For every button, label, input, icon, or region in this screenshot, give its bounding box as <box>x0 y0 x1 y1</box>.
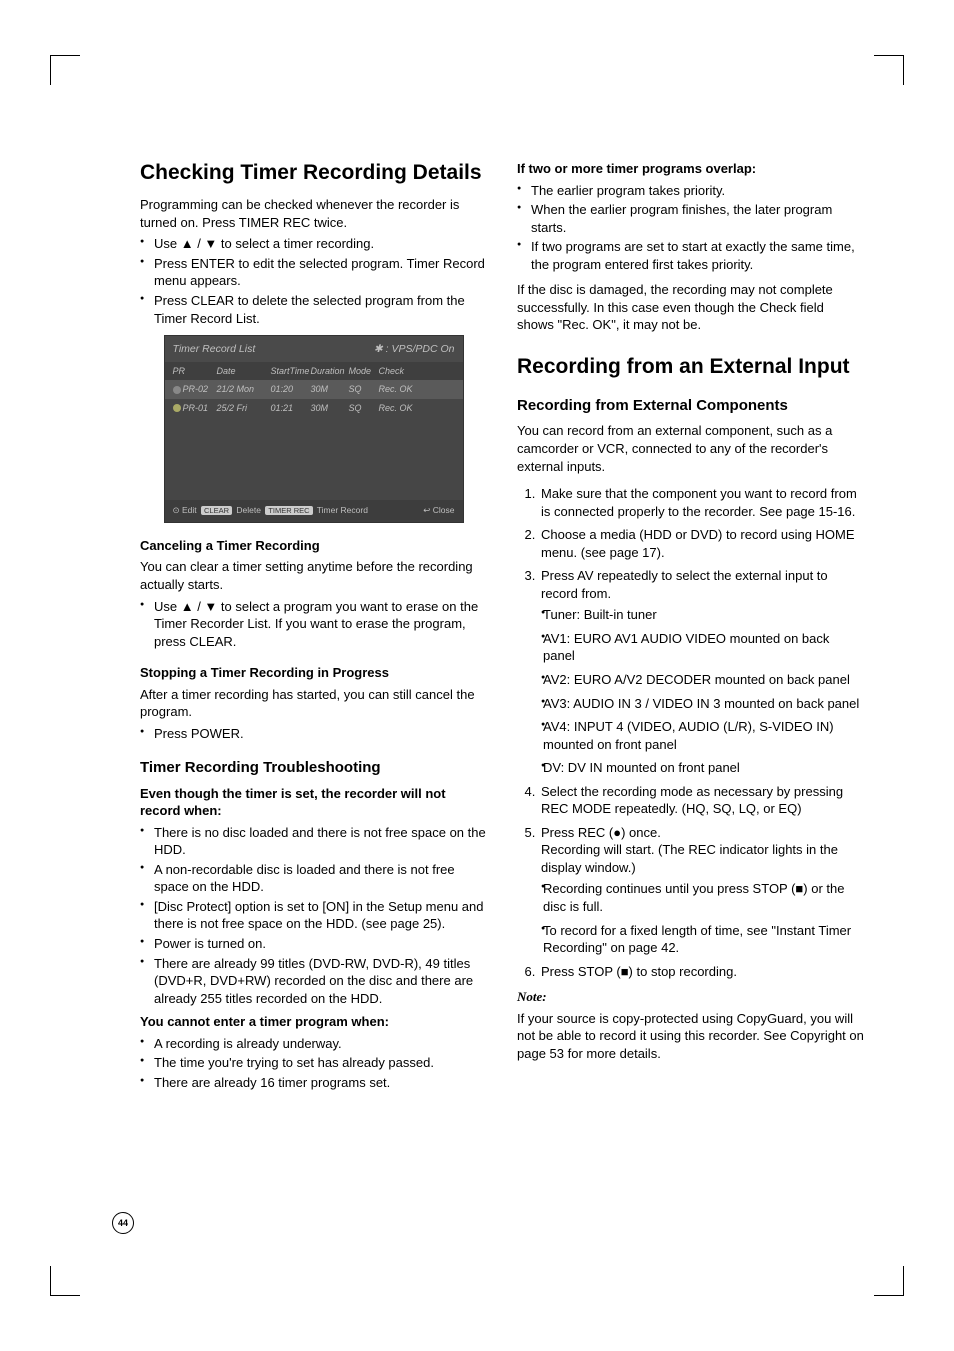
cell: 25/2 Fri <box>217 402 271 414</box>
list-item: AV3: AUDIO IN 3 / VIDEO IN 3 mounted on … <box>541 695 864 713</box>
list-item: Use ▲ / ▼ to select a timer recording. <box>140 235 487 253</box>
trl-footer-left: ⊙ Edit CLEAR Delete TIMER REC Timer Reco… <box>173 505 368 516</box>
intro-text: Programming can be checked whenever the … <box>140 196 487 231</box>
ts-even-bullets: There is no disc loaded and there is not… <box>140 824 487 1007</box>
col-check: Check <box>379 365 455 377</box>
list-item: Press CLEAR to delete the selected progr… <box>140 292 487 327</box>
list-item: The earlier program takes priority. <box>517 182 864 200</box>
trl-vps: ✱ : VPS/PDC On <box>374 342 455 356</box>
heading-recording-external: Recording from an External Input <box>517 354 864 380</box>
list-item: When the earlier program finishes, the l… <box>517 201 864 236</box>
crop-mark <box>874 1266 904 1296</box>
cell: PR-01 <box>173 402 217 414</box>
note-label: Note: <box>517 988 864 1006</box>
list-item: There are already 99 titles (DVD-RW, DVD… <box>140 955 487 1008</box>
cell: 01:20 <box>271 383 311 395</box>
trl-footer-right: ↩ Close <box>423 505 454 516</box>
heading-troubleshooting: Timer Recording Troubleshooting <box>140 758 487 778</box>
crop-mark <box>50 55 80 85</box>
step-3: Press AV repeatedly to select the extern… <box>539 567 864 776</box>
step-2: Choose a media (HDD or DVD) to record us… <box>539 526 864 561</box>
damage-text: If the disc is damaged, the recording ma… <box>517 281 864 334</box>
trl-body: PR-02 21/2 Mon 01:20 30M SQ Rec. OK PR-0… <box>165 380 463 500</box>
cancel-text: You can clear a timer setting anytime be… <box>140 558 487 593</box>
overlap-heading: If two or more timer programs overlap: <box>517 160 864 178</box>
list-item: Press POWER. <box>140 725 487 743</box>
cell: SQ <box>349 402 379 414</box>
external-intro: You can record from an external componen… <box>517 422 864 475</box>
list-item: A recording is already underway. <box>140 1035 487 1053</box>
col-start: StartTime <box>271 365 311 377</box>
cancel-bullets: Use ▲ / ▼ to select a program you want t… <box>140 598 487 651</box>
cell: 30M <box>311 402 349 414</box>
step-1: Make sure that the component you want to… <box>539 485 864 520</box>
note-text: If your source is copy-protected using C… <box>517 1010 864 1063</box>
cell: Rec. OK <box>379 402 455 414</box>
heading-external-components: Recording from External Components <box>517 396 864 416</box>
heading-checking-timer: Checking Timer Recording Details <box>140 160 487 186</box>
ts-cannot-bullets: A recording is already underway. The tim… <box>140 1035 487 1092</box>
list-item: Power is turned on. <box>140 935 487 953</box>
heading-stopping: Stopping a Timer Recording in Progress <box>140 664 487 682</box>
cell: PR-02 <box>173 383 217 395</box>
step-4: Select the recording mode as necessary b… <box>539 783 864 818</box>
list-item: There are already 16 timer programs set. <box>140 1074 487 1092</box>
step-3-sub: Tuner: Built-in tuner AV1: EURO AV1 AUDI… <box>541 606 864 776</box>
cell: 21/2 Mon <box>217 383 271 395</box>
list-item: DV: DV IN mounted on front panel <box>541 759 864 777</box>
left-column: Checking Timer Recording Details Program… <box>140 160 487 1097</box>
step-5: Press REC (●) once. Recording will start… <box>539 824 864 957</box>
list-item: Recording continues until you press STOP… <box>541 880 864 915</box>
col-pr: PR <box>173 365 217 377</box>
stop-bullets: Press POWER. <box>140 725 487 743</box>
step-6: Press STOP (■) to stop recording. <box>539 963 864 981</box>
cell: 30M <box>311 383 349 395</box>
list-item: If two programs are set to start at exac… <box>517 238 864 273</box>
step-5-sub: Recording continues until you press STOP… <box>541 880 864 956</box>
external-steps: Make sure that the component you want to… <box>517 485 864 980</box>
ts-even-heading: Even though the timer is set, the record… <box>140 785 487 820</box>
col-duration: Duration <box>311 365 349 377</box>
list-item: [Disc Protect] option is set to [ON] in … <box>140 898 487 933</box>
row-icon <box>173 386 181 394</box>
cell: 01:21 <box>271 402 311 414</box>
list-item: AV2: EURO A/V2 DECODER mounted on back p… <box>541 671 864 689</box>
cell: Rec. OK <box>379 383 455 395</box>
col-date: Date <box>217 365 271 377</box>
list-item: AV4: INPUT 4 (VIDEO, AUDIO (L/R), S-VIDE… <box>541 718 864 753</box>
trl-columns: PR Date StartTime Duration Mode Check <box>165 362 463 380</box>
timer-record-list-screenshot: Timer Record List ✱ : VPS/PDC On PR Date… <box>164 335 464 523</box>
page-content: Checking Timer Recording Details Program… <box>140 160 864 1097</box>
table-row: PR-01 25/2 Fri 01:21 30M SQ Rec. OK <box>165 399 463 417</box>
trl-footer: ⊙ Edit CLEAR Delete TIMER REC Timer Reco… <box>165 500 463 521</box>
trl-title: Timer Record List <box>173 342 256 356</box>
list-item: A non-recordable disc is loaded and ther… <box>140 861 487 896</box>
right-column: If two or more timer programs overlap: T… <box>517 160 864 1097</box>
list-item: AV1: EURO AV1 AUDIO VIDEO mounted on bac… <box>541 630 864 665</box>
list-item: Tuner: Built-in tuner <box>541 606 864 624</box>
list-item: The time you're trying to set has alread… <box>140 1054 487 1072</box>
cell: SQ <box>349 383 379 395</box>
clock-icon <box>173 404 181 412</box>
intro-bullets: Use ▲ / ▼ to select a timer recording. P… <box>140 235 487 327</box>
table-row: PR-02 21/2 Mon 01:20 30M SQ Rec. OK <box>165 380 463 398</box>
list-item: To record for a fixed length of time, se… <box>541 922 864 957</box>
crop-mark <box>50 1266 80 1296</box>
ts-cannot-heading: You cannot enter a timer program when: <box>140 1013 487 1031</box>
overlap-bullets: The earlier program takes priority. When… <box>517 182 864 274</box>
page-number: 44 <box>112 1212 134 1234</box>
list-item: Press ENTER to edit the selected program… <box>140 255 487 290</box>
heading-canceling: Canceling a Timer Recording <box>140 537 487 555</box>
list-item: Use ▲ / ▼ to select a program you want t… <box>140 598 487 651</box>
list-item: There is no disc loaded and there is not… <box>140 824 487 859</box>
stop-text: After a timer recording has started, you… <box>140 686 487 721</box>
crop-mark <box>874 55 904 85</box>
col-mode: Mode <box>349 365 379 377</box>
